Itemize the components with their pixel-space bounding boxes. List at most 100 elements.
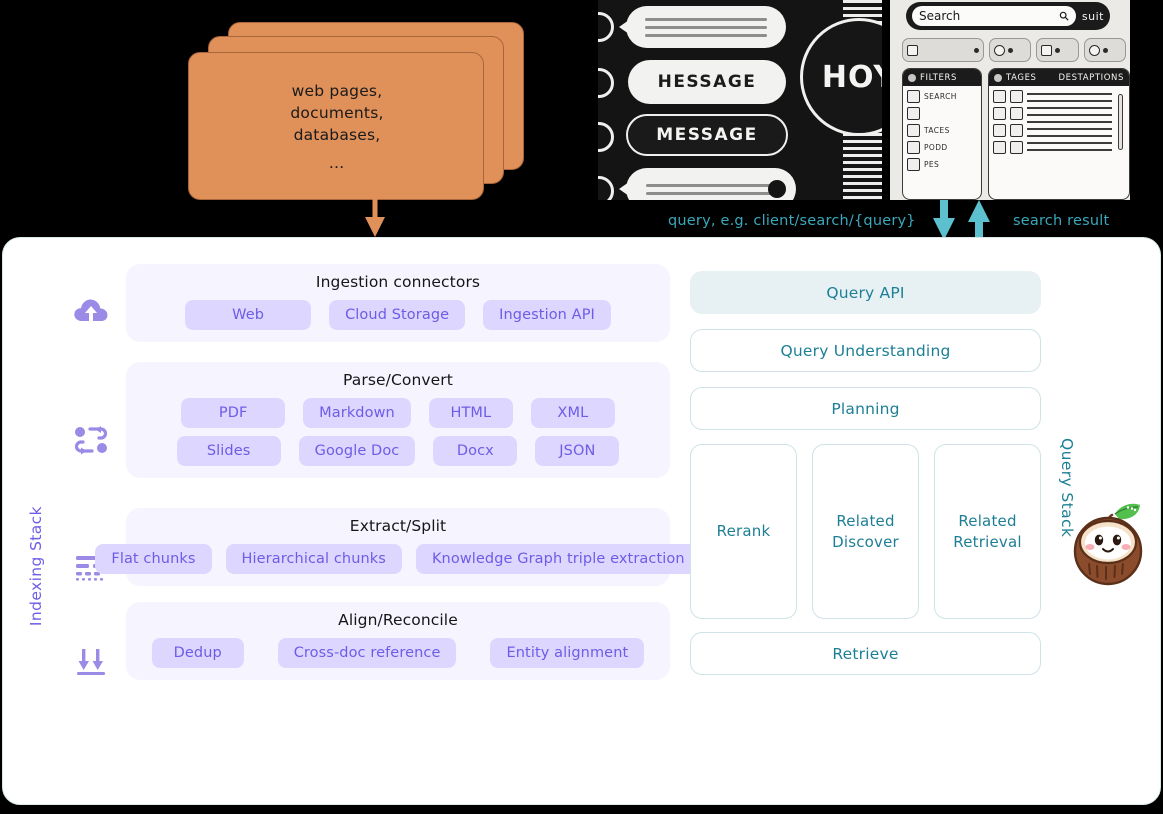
related-retrieval-box[interactable]: Related Retrieval xyxy=(934,444,1041,619)
doc-icon xyxy=(1010,124,1023,137)
chip-row: Web Cloud Storage Ingestion API xyxy=(126,300,670,330)
ui-mockup-search-text: Search xyxy=(919,9,960,23)
query-arrow-down-icon xyxy=(932,200,956,240)
tool-dot-icon xyxy=(1103,48,1108,53)
ui-mockup-tool-2 xyxy=(989,38,1031,62)
chip-dedup[interactable]: Dedup xyxy=(152,638,244,668)
group-title: Ingestion connectors xyxy=(126,273,670,291)
doc-icon xyxy=(1010,107,1023,120)
ui-mockup-tags-title: TAGES xyxy=(1006,73,1037,83)
filter-item-icon xyxy=(907,158,920,171)
ui-mockup-tool-3 xyxy=(1036,38,1078,62)
chip-html[interactable]: HTML xyxy=(429,398,513,428)
chat-bubble-hessage: HESSAGE xyxy=(628,60,786,104)
ui-mockup-tag-col-1 xyxy=(993,90,1006,154)
chip-cloud-storage[interactable]: Cloud Storage xyxy=(329,300,465,330)
panel-dot-icon xyxy=(908,74,916,82)
chip-xml[interactable]: XML xyxy=(531,398,615,428)
ui-mockup-description-lines xyxy=(1027,90,1112,154)
ui-mockup-filter-list: SEARCH TACES PODD xyxy=(903,86,981,171)
doc-icon xyxy=(1010,90,1023,103)
chat-bubble-dot xyxy=(768,180,786,198)
chip-flat-chunks[interactable]: Flat chunks xyxy=(95,544,211,574)
tool-dot-icon xyxy=(974,48,979,53)
doc-icon xyxy=(993,107,1006,120)
chip-kg-triple-extraction[interactable]: Knowledge Graph triple extraction xyxy=(416,544,701,574)
ui-mockup-tool-4 xyxy=(1084,38,1126,62)
search-icon xyxy=(1059,11,1069,21)
filter-item-icon xyxy=(907,107,920,120)
chat-bubble-message: MESSAGE xyxy=(626,114,788,156)
chip-row: Dedup Cross-doc reference Entity alignme… xyxy=(126,638,670,668)
group-extract-split: Extract/Split Flat chunks Hierarchical c… xyxy=(126,508,670,586)
ui-mockup-descriptions-title: DESTAPTIONS xyxy=(1058,73,1124,83)
ui-mockup-suit-label: suit xyxy=(1082,10,1104,23)
source-ellipsis: … xyxy=(329,152,346,174)
query-flow-label: query, e.g. client/search/{query} xyxy=(668,213,916,229)
top-band: web pages, documents, databases, … HESSA xyxy=(0,0,1163,237)
chip-ingestion-api[interactable]: Ingestion API xyxy=(483,300,611,330)
filter-item-icon xyxy=(907,141,920,154)
tool-dot-icon xyxy=(1055,48,1060,53)
related-discover-box[interactable]: Related Discover xyxy=(812,444,919,619)
panel-dot-icon xyxy=(994,74,1002,82)
ui-mockup-toolbar xyxy=(902,38,1126,62)
chip-hierarchical-chunks[interactable]: Hierarchical chunks xyxy=(226,544,402,574)
group-title: Extract/Split xyxy=(126,517,670,535)
chip-pdf[interactable]: PDF xyxy=(181,398,285,428)
chip-docx[interactable]: Docx xyxy=(433,436,517,466)
chip-web[interactable]: Web xyxy=(185,300,311,330)
chip-google-doc[interactable]: Google Doc xyxy=(299,436,416,466)
ui-mockup-thumbnail: Search suit xyxy=(890,0,1130,200)
source-card-text: web pages, documents, databases, … xyxy=(189,53,485,201)
tool-square-icon xyxy=(1041,45,1052,56)
ui-mockup-scrollbar[interactable] xyxy=(1118,94,1123,150)
chip-entity-alignment[interactable]: Entity alignment xyxy=(490,638,644,668)
chip-row: Flat chunks Hierarchical chunks Knowledg… xyxy=(126,544,670,574)
chip-markdown[interactable]: Markdown xyxy=(303,398,411,428)
ui-mockup-filter-item: PES xyxy=(907,158,977,171)
chip-row: PDF Markdown HTML XML xyxy=(126,398,670,428)
ui-mockup-filter-item xyxy=(907,107,977,120)
filter-item-label: PES xyxy=(924,160,939,169)
retrieve-box[interactable]: Retrieve xyxy=(690,632,1041,675)
chip-slides[interactable]: Slides xyxy=(177,436,281,466)
rerank-box[interactable]: Rerank xyxy=(690,444,797,619)
tool-square-icon xyxy=(907,45,918,56)
filter-item-label: TACES xyxy=(924,126,950,135)
ui-mockup-searchbar: Search suit xyxy=(906,2,1110,30)
tool-circle-icon xyxy=(994,45,1005,56)
ui-mockup-panels: FILTERS SEARCH TACES xyxy=(902,68,1130,200)
ui-mockup-filters-panel: FILTERS SEARCH TACES xyxy=(902,68,982,200)
filter-item-icon xyxy=(907,124,920,137)
indexing-stack-label: Indexing Stack xyxy=(27,506,45,626)
ui-mockup-filter-item: SEARCH xyxy=(907,90,977,103)
filter-item-label: PODD xyxy=(924,143,948,152)
ui-mockup-tags-header: TAGES DESTAPTIONS xyxy=(989,69,1129,86)
tool-circle-icon xyxy=(1089,45,1100,56)
ui-mockup-filters-title: FILTERS xyxy=(920,73,957,83)
chip-cross-doc-reference[interactable]: Cross-doc reference xyxy=(278,638,457,668)
bubble-tail xyxy=(619,182,629,196)
chip-json[interactable]: JSON xyxy=(535,436,619,466)
group-parse-convert: Parse/Convert PDF Markdown HTML XML Slid… xyxy=(126,362,670,478)
group-ingestion-connectors: Ingestion connectors Web Cloud Storage I… xyxy=(126,264,670,342)
search-result-label: search result xyxy=(1013,213,1109,229)
architecture-panel: Indexing Stack Query Stack xyxy=(2,237,1161,805)
doc-icon xyxy=(993,124,1006,137)
source-line-3: databases, xyxy=(294,124,381,146)
planning-box[interactable]: Planning xyxy=(690,387,1041,430)
ui-mockup-filter-item: TACES xyxy=(907,124,977,137)
source-document-stack: web pages, documents, databases, … xyxy=(188,22,528,200)
query-api-box[interactable]: Query API xyxy=(690,271,1041,314)
ui-mockup-tag-col-2 xyxy=(1010,90,1023,154)
tool-dot-icon xyxy=(1008,48,1013,53)
chat-bubble-blank-bottom xyxy=(626,168,796,200)
convert-arrows-icon xyxy=(71,420,111,460)
group-title: Parse/Convert xyxy=(126,371,670,389)
query-understanding-box[interactable]: Query Understanding xyxy=(690,329,1041,372)
result-arrow-up-icon xyxy=(967,200,991,240)
group-align-reconcile: Align/Reconcile Dedup Cross-doc referenc… xyxy=(126,602,670,680)
source-line-1: web pages, xyxy=(292,80,383,102)
doc-icon xyxy=(993,90,1006,103)
